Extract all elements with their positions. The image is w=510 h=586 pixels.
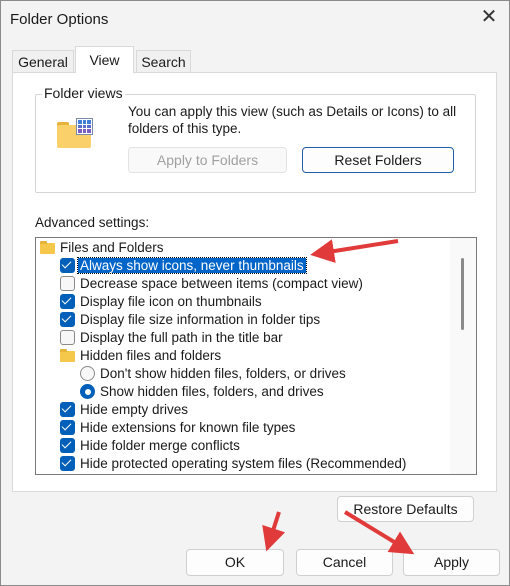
arrow-to-apply bbox=[343, 510, 415, 555]
arrow-to-ok bbox=[262, 511, 286, 552]
annotation-arrows bbox=[262, 239, 415, 555]
arrow-to-always-show-icons bbox=[310, 239, 399, 263]
